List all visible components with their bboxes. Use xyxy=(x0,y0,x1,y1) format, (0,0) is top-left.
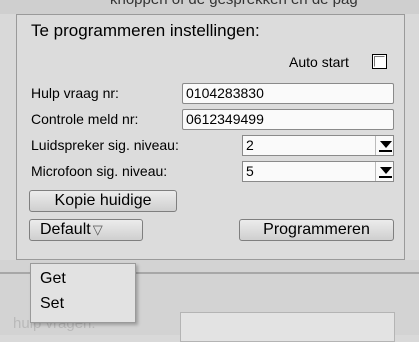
default-button[interactable]: Default ▽ xyxy=(29,219,143,241)
auto-start-label: Auto start xyxy=(289,54,349,70)
triangle-down-icon: ▽ xyxy=(92,222,103,237)
default-dropdown-menu: Get Set xyxy=(30,263,136,323)
chevron-down-icon[interactable] xyxy=(375,136,393,155)
microfoon-select[interactable]: 5 xyxy=(242,161,394,182)
background-field xyxy=(180,312,395,342)
hulp-vraag-label: Hulp vraag nr: xyxy=(31,85,119,101)
top-strip: knoppen of de gesprekken en de pag xyxy=(0,0,419,14)
chevron-down-icon[interactable] xyxy=(375,162,393,181)
hulp-vraag-input[interactable]: 0104283830 xyxy=(182,83,394,104)
controle-meld-label: Controle meld nr: xyxy=(31,111,139,127)
programmeren-button[interactable]: Programmeren xyxy=(239,219,394,241)
luidspreker-label: Luidspreker sig. niveau: xyxy=(31,137,179,153)
panel-title: Te programmeren instellingen: xyxy=(31,21,260,40)
microfoon-value: 5 xyxy=(246,163,254,179)
auto-start-checkbox[interactable] xyxy=(372,54,387,69)
default-label: Default xyxy=(40,221,91,238)
kopie-huidige-button[interactable]: Kopie huidige xyxy=(29,190,177,212)
menu-item-set[interactable]: Set xyxy=(40,295,64,313)
controle-meld-input[interactable]: 0612349499 xyxy=(182,109,394,130)
menu-item-get[interactable]: Get xyxy=(40,270,66,288)
settings-panel: Te programmeren instellingen: Auto start… xyxy=(16,14,405,260)
microfoon-label: Microfoon sig. niveau: xyxy=(31,163,168,179)
header-partial-text: knoppen of de gesprekken en de pag xyxy=(110,0,358,8)
luidspreker-select[interactable]: 2 xyxy=(242,135,394,156)
luidspreker-value: 2 xyxy=(246,137,254,153)
